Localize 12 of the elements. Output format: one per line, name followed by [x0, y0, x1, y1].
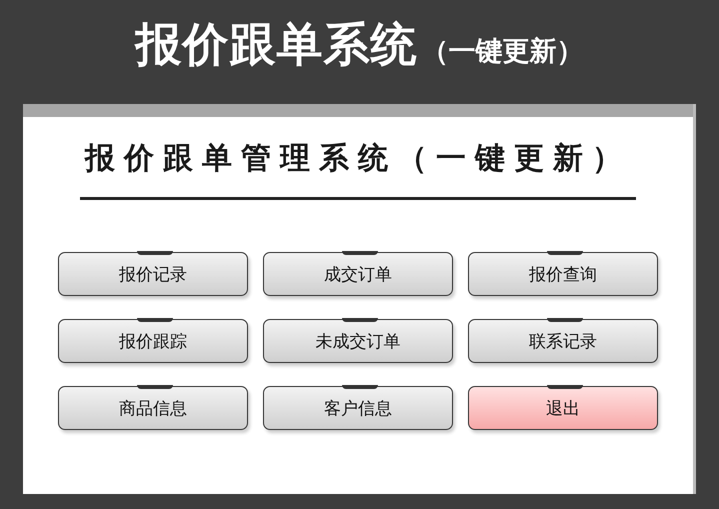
page-subtitle: （一键更新） [422, 35, 584, 69]
menu-button[interactable]: 报价记录 [58, 252, 248, 296]
menu-button[interactable]: 联系记录 [468, 319, 658, 363]
menu-button[interactable]: 商品信息 [58, 386, 248, 430]
panel-title: 报价跟单管理系统（一键更新） [83, 140, 632, 178]
menu-button[interactable]: 报价查询 [468, 252, 658, 296]
page-title: 报价跟单系统 [136, 16, 418, 73]
menu-button[interactable]: 报价跟踪 [58, 319, 248, 363]
menu-button[interactable]: 客户信息 [263, 386, 453, 430]
menu-button[interactable]: 成交订单 [263, 252, 453, 296]
menu-button[interactable]: 未成交订单 [263, 319, 453, 363]
menu-button[interactable]: 退出 [468, 386, 658, 430]
